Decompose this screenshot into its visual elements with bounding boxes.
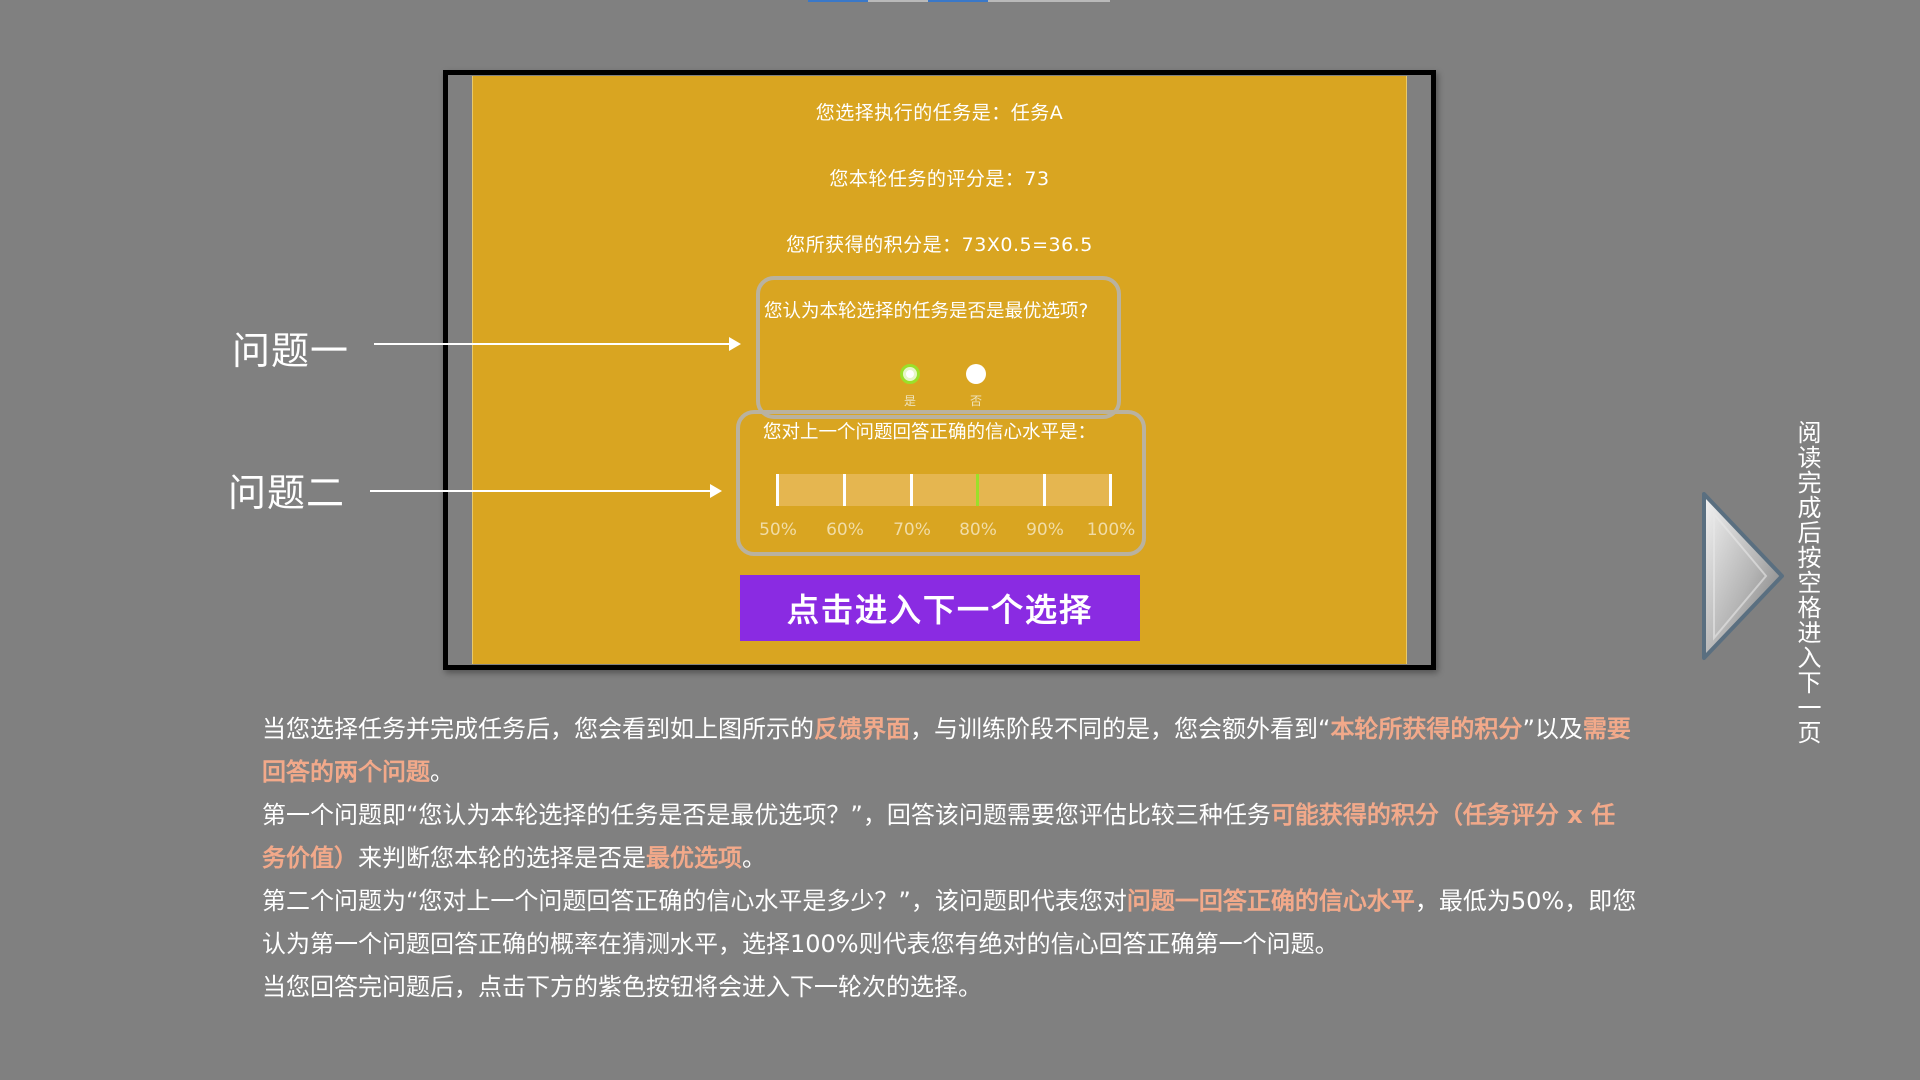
tick-100[interactable] — [1109, 474, 1112, 506]
question1-box: 您认为本轮选择的任务是否是最优选项? 是 否 — [756, 276, 1121, 419]
instruction-paragraph-2: 第一个问题即“您认为本轮选择的任务是否是最优选项？”，回答该问题需要您评估比较三… — [262, 801, 1616, 872]
task-line: 您选择执行的任务是：任务A — [815, 102, 1064, 124]
tick-80[interactable] — [976, 474, 979, 506]
question2-text: 您对上一个问题回答正确的信心水平是： — [763, 422, 1097, 443]
radio-no-label: 否 — [970, 394, 983, 408]
tick-label: 50% — [759, 520, 797, 540]
top-progress-bar — [808, 0, 1110, 2]
feedback-screenshot: 您选择执行的任务是：任务A 您本轮任务的评分是：73 您所获得的积分是：73X0… — [443, 70, 1436, 670]
radio-no[interactable] — [966, 364, 986, 384]
callout-question2: 问题二 — [228, 471, 346, 515]
instruction-paragraph-4: 当您回答完问题后，点击下方的紫色按钮将会进入下一轮次的选择。 — [262, 973, 982, 1001]
tick-label: 100% — [1086, 520, 1136, 540]
space-to-continue-hint: 阅读完成后按空格进入下一页 — [1793, 420, 1821, 745]
instruction-paragraph-1: 当您选择任务并完成任务后，您会看到如上图所示的反馈界面，与训练阶段不同的是，您会… — [262, 715, 1631, 786]
question2-box: 您对上一个问题回答正确的信心水平是： 50% 60% 70% 80% 90% 1… — [736, 410, 1146, 556]
tick-label: 60% — [826, 520, 864, 540]
tick-label: 70% — [893, 520, 931, 540]
tick-60[interactable] — [843, 474, 846, 506]
radio-yes[interactable] — [900, 364, 920, 384]
triangle-right-icon[interactable] — [1700, 490, 1786, 662]
instruction-paragraph-3: 第二个问题为“您对上一个问题回答正确的信心水平是多少？”，该问题即代表您对问题一… — [262, 887, 1637, 958]
feedback-panel: 您选择执行的任务是：任务A 您本轮任务的评分是：73 您所获得的积分是：73X0… — [472, 76, 1407, 664]
tick-90[interactable] — [1043, 474, 1046, 506]
tick-label: 80% — [959, 520, 997, 540]
arrow-question2-icon — [370, 484, 722, 498]
score-line: 您本轮任务的评分是：73 — [829, 168, 1050, 190]
tick-label: 90% — [1026, 520, 1064, 540]
points-line: 您所获得的积分是：73X0.5=36.5 — [786, 234, 1093, 256]
arrow-question1-icon — [374, 337, 741, 351]
instruction-text: 当您选择任务并完成任务后，您会看到如上图所示的反馈界面，与训练阶段不同的是，您会… — [262, 708, 1637, 1009]
tick-50[interactable] — [776, 474, 779, 506]
tick-70[interactable] — [910, 474, 913, 506]
callout-question1: 问题一 — [232, 329, 350, 373]
question1-text: 您认为本轮选择的任务是否是最优选项? — [764, 301, 1089, 322]
next-choice-button[interactable]: 点击进入下一个选择 — [740, 575, 1140, 641]
confidence-slider[interactable] — [778, 474, 1112, 506]
radio-yes-label: 是 — [904, 394, 917, 408]
